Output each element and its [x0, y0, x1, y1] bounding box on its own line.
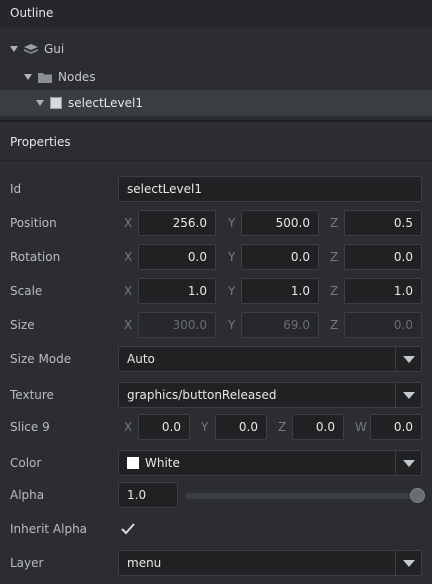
dropdown-arrow-icon[interactable]: [395, 551, 421, 575]
axis-label-y: Y: [228, 318, 236, 332]
axis-label-y: Y: [201, 420, 209, 434]
panel-divider: [0, 120, 432, 122]
property-label: Position: [10, 216, 57, 230]
scale-x-input[interactable]: 1.0: [138, 278, 216, 304]
outline-panel-title: Outline: [0, 0, 432, 28]
gui-icon: [24, 44, 38, 54]
property-size-row: Size X 300.0 Y 69.0 Z 0.0: [0, 310, 432, 340]
slice9-x-input[interactable]: 0.0: [138, 414, 190, 440]
tree-item-selectlevel1[interactable]: selectLevel1: [0, 90, 432, 116]
axis-label-x: X: [124, 250, 133, 264]
property-id-row: Id selectLevel1: [0, 174, 432, 204]
properties-divider: [0, 160, 432, 161]
property-label: Size: [10, 318, 35, 332]
outline-tree: Gui Nodes selectLevel1: [0, 30, 432, 120]
slice9-y-input[interactable]: 0.0: [215, 414, 267, 440]
dropdown-arrow-icon[interactable]: [395, 347, 421, 371]
axis-label-z: Z: [278, 420, 287, 434]
slice9-z-input[interactable]: 0.0: [292, 414, 344, 440]
expand-arrow-icon[interactable]: [24, 74, 32, 80]
property-label: Texture: [10, 388, 54, 402]
axis-label-z: Z: [330, 284, 339, 298]
position-y-input[interactable]: 500.0: [241, 210, 319, 236]
property-label: Scale: [10, 284, 43, 298]
texture-select[interactable]: graphics/buttonReleased: [118, 382, 422, 408]
property-label: Size Mode: [10, 352, 72, 366]
layer-select[interactable]: menu: [118, 550, 422, 576]
property-inherit-alpha-row: Inherit Alpha: [0, 514, 432, 544]
tree-item-label: Nodes: [58, 70, 96, 84]
scale-z-input[interactable]: 1.0: [344, 278, 422, 304]
axis-label-w: W: [355, 420, 367, 434]
folder-icon: [38, 72, 52, 83]
property-rotation-row: Rotation X 0.0 Y 0.0 Z 0.0: [0, 242, 432, 272]
property-slice9-row: Slice 9 X 0.0 Y 0.0 Z 0.0 W 0.0: [0, 412, 432, 442]
property-label: Layer: [10, 556, 44, 570]
scale-y-input[interactable]: 1.0: [241, 278, 319, 304]
properties-panel-title: Properties: [0, 124, 432, 160]
alpha-slider-track[interactable]: [186, 493, 418, 499]
axis-label-y: Y: [228, 216, 236, 230]
property-label: Id: [10, 182, 22, 196]
expand-arrow-icon[interactable]: [10, 46, 18, 52]
tree-item-label: selectLevel1: [68, 96, 143, 110]
property-label: Alpha: [10, 488, 45, 502]
alpha-slider-handle[interactable]: [410, 488, 425, 503]
rotation-y-input[interactable]: 0.0: [241, 244, 319, 270]
axis-label-z: Z: [330, 216, 339, 230]
expand-arrow-icon[interactable]: [36, 100, 44, 106]
property-layer-row: Layer menu: [0, 548, 432, 578]
select-value: White: [145, 456, 180, 470]
axis-label-z: Z: [330, 318, 339, 332]
axis-label-z: Z: [330, 250, 339, 264]
axis-label-x: X: [124, 284, 133, 298]
position-z-input[interactable]: 0.5: [344, 210, 422, 236]
property-size-mode-row: Size Mode Auto: [0, 344, 432, 374]
dropdown-arrow-icon[interactable]: [395, 383, 421, 407]
select-value: graphics/buttonReleased: [127, 388, 277, 402]
property-texture-row: Texture graphics/buttonReleased: [0, 380, 432, 410]
rotation-x-input[interactable]: 0.0: [138, 244, 216, 270]
size-mode-select[interactable]: Auto: [118, 346, 422, 372]
size-y-input: 69.0: [241, 312, 319, 338]
tree-item-label: Gui: [44, 42, 65, 56]
rotation-z-input[interactable]: 0.0: [344, 244, 422, 270]
id-input[interactable]: selectLevel1: [118, 176, 422, 202]
axis-label-x: X: [124, 420, 133, 434]
property-label: Rotation: [10, 250, 61, 264]
axis-label-y: Y: [228, 250, 236, 264]
tree-item-gui[interactable]: Gui: [0, 36, 432, 62]
color-select[interactable]: White: [118, 450, 422, 476]
size-z-input: 0.0: [344, 312, 422, 338]
tree-item-nodes[interactable]: Nodes: [0, 64, 432, 90]
select-value: Auto: [127, 352, 155, 366]
color-swatch: [127, 457, 139, 469]
property-label: Inherit Alpha: [10, 522, 88, 536]
alpha-input[interactable]: 1.0: [118, 482, 178, 508]
property-scale-row: Scale X 1.0 Y 1.0 Z 1.0: [0, 276, 432, 306]
property-position-row: Position X 256.0 Y 500.0 Z 0.5: [0, 208, 432, 238]
axis-label-y: Y: [228, 284, 236, 298]
position-x-input[interactable]: 256.0: [138, 210, 216, 236]
property-color-row: Color White: [0, 448, 432, 478]
property-alpha-row: Alpha 1.0: [0, 480, 432, 510]
dropdown-arrow-icon[interactable]: [395, 451, 421, 475]
property-label: Color: [10, 456, 42, 470]
select-value: menu: [127, 556, 162, 570]
axis-label-x: X: [124, 318, 133, 332]
checkmark-icon: [121, 523, 135, 535]
axis-label-x: X: [124, 216, 133, 230]
box-node-icon: [50, 97, 62, 109]
inherit-alpha-checkbox[interactable]: [118, 520, 138, 538]
property-label: Slice 9: [10, 420, 50, 434]
slice9-w-input[interactable]: 0.0: [370, 414, 422, 440]
size-x-input: 300.0: [138, 312, 216, 338]
